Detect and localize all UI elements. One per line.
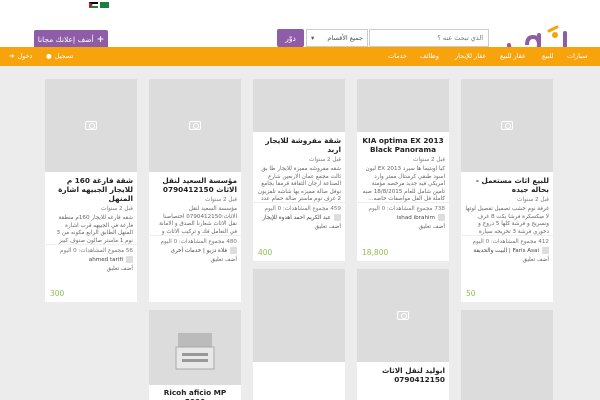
login-link[interactable]: ➜ دخول (9, 52, 32, 60)
listing-description: مؤسسة السعيد لنقل الاثاث:0790412150 اختص… (159, 206, 237, 235)
listing-time: قبل 2 سنوات (309, 157, 341, 163)
add-comment-link[interactable]: أضف تعليق (461, 255, 553, 265)
listing-time: قبل 2 سنوات (413, 157, 445, 163)
listing-time: قبل 2 سنوات (517, 197, 549, 203)
listing-description: غرفة نوم خشب تصميل تفصيل لوتها لا ميكسكر… (465, 206, 549, 235)
listing-time: قبل 2 سنوات (205, 197, 237, 203)
camera-icon (501, 121, 513, 130)
listing-image[interactable] (149, 310, 241, 385)
nav-item-for-sale[interactable]: للبيع (542, 52, 554, 60)
nav-item-jobs[interactable]: وظائف (420, 52, 439, 60)
avatar (334, 214, 341, 221)
listing-user[interactable]: ahmed tarifi (45, 255, 137, 264)
listing-card[interactable]: مؤسسة السعيد لنقل الاثاث 0790412150 قبل … (149, 79, 241, 302)
listing-card[interactable]: Ricoh aficio MP 5000 (149, 310, 241, 400)
listing-description: شقه فارغه للايجار 160م منطقة فارغة في ال… (56, 215, 133, 244)
listing-views: 56 مجموع المشاهدات: 0 اليوم (45, 244, 137, 255)
header: أضف إعلانك مجانا + دوّر ▾ جميع الأقسام (0, 10, 600, 53)
listing-price: 18,800 (362, 248, 389, 257)
user-icon: ● (46, 52, 52, 60)
camera-icon (189, 121, 201, 130)
listing-image[interactable] (149, 79, 241, 172)
main-nav: ➜ دخول ● تسجيل سيارات للبيع عقار للبيع ع… (0, 47, 600, 66)
add-comment-link[interactable]: أضف تعليق (253, 222, 345, 232)
listing-user[interactable]: ishad ibrahim (357, 213, 449, 222)
listing-card[interactable]: شقة فارغة 160 م للايجار الجبيهه اشارة ال… (45, 79, 137, 302)
jordan-flag-icon[interactable] (89, 2, 98, 8)
add-comment-link[interactable]: أضف تعليق (357, 222, 449, 232)
search-input[interactable] (369, 29, 489, 47)
listing-user-name: ishad ibrahim (396, 214, 435, 221)
listing-title[interactable]: KIA optima EX 2013 Black Panorama (357, 132, 449, 156)
post-ad-label: أضف إعلانك مجانا (37, 35, 94, 44)
listing-card[interactable]: شقة مفروشة للايجار اربد قبل 2 سنوات شقه … (253, 79, 345, 261)
nav-item-cars[interactable]: سيارات (567, 52, 587, 60)
listing-time: قبل 2 سنوات (101, 206, 133, 212)
nav-item-property-rent[interactable]: عقار للإيجار (455, 52, 486, 60)
avatar (126, 256, 133, 263)
listing-views: 738 مجموع المشاهدات: 0 اليوم (357, 202, 449, 213)
camera-icon (397, 311, 409, 320)
listing-card[interactable]: ابوليد لنقل الاثاث 0790412150 (357, 269, 449, 400)
listing-card[interactable]: للبيع اثاث مستعمل - بحاله جيده قبل 2 سنو… (461, 79, 553, 302)
listing-user[interactable]: فلاة دزيو | خدمات أخرى (149, 246, 241, 255)
listing-user-name: Faris Asai | البيت والحديقة (473, 247, 539, 254)
listing-title[interactable]: شقة فارغة 160 م للايجار الجبيهه اشارة ال… (45, 172, 137, 205)
listing-price: 400 (258, 248, 273, 257)
listing-card[interactable]: KIA optima EX 2013 Black Panorama قبل 2 … (357, 79, 449, 261)
listing-card[interactable] (461, 310, 553, 400)
listing-image[interactable] (45, 79, 137, 172)
category-select[interactable]: ▾ جميع الأقسام (306, 29, 368, 47)
login-icon: ➜ (9, 52, 15, 60)
listing-user[interactable]: Faris Asai | البيت والحديقة (461, 246, 553, 255)
listing-views: 459 مجموع المشاهدات: 0 اليوم (253, 202, 345, 213)
listing-image[interactable] (253, 79, 345, 132)
listing-user-name: عبد الكريم احمد اهدوة للإيجار (262, 214, 331, 221)
listing-title[interactable]: شقة مفروشة للايجار اربد (253, 132, 345, 156)
register-label: تسجيل (54, 52, 74, 60)
listing-description: شقه مفروشه مميزة للايجار طا بق ثالث مجمع… (257, 166, 341, 202)
listing-title[interactable]: للبيع اثاث مستعمل - بحاله جيده (461, 172, 553, 196)
saudi-flag-icon[interactable] (100, 2, 109, 8)
listing-image[interactable] (357, 269, 449, 362)
listing-description: كيا اوبتيما ها سبرد 2013 EX ليون اسود طب… (362, 166, 446, 202)
avatar (230, 247, 237, 254)
login-label: دخول (17, 52, 33, 60)
listing-views: 480 مجموع المشاهدات: 0 اليوم (149, 235, 241, 246)
listing-image[interactable] (461, 79, 553, 172)
listing-title[interactable]: Ricoh aficio MP 5000 (149, 385, 241, 400)
nav-item-property-sale[interactable]: عقار للبيع (500, 52, 526, 60)
plus-icon: + (96, 34, 105, 45)
printer-icon (175, 332, 215, 369)
nav-item-services[interactable]: خدمات (388, 52, 407, 60)
register-link[interactable]: ● تسجيل (46, 52, 73, 60)
search-button[interactable]: دوّر (277, 29, 304, 47)
listing-views: 412 مجموع المشاهدات: 0 اليوم (461, 235, 553, 246)
add-comment-link[interactable]: أضف تعليق (149, 255, 241, 265)
listing-title[interactable]: مؤسسة السعيد لنقل الاثاث 0790412150 (149, 172, 241, 196)
listing-title[interactable]: ابوليد لنقل الاثاث 0790412150 (357, 362, 449, 386)
top-strip (0, 0, 600, 10)
avatar (438, 214, 445, 221)
category-select-value: جميع الأقسام (327, 34, 363, 42)
listing-price: 50 (466, 289, 476, 298)
listing-image[interactable] (357, 79, 449, 132)
listing-image[interactable] (253, 269, 345, 362)
avatar (542, 247, 549, 254)
listing-user-name: فلاة دزيو | خدمات أخرى (170, 247, 227, 254)
listing-image[interactable] (461, 310, 553, 400)
listing-user-name: ahmed tarifi (88, 256, 123, 263)
add-comment-link[interactable]: أضف تعليق (45, 264, 137, 274)
camera-icon (85, 121, 97, 130)
listing-card[interactable] (253, 269, 345, 400)
listing-user[interactable]: عبد الكريم احمد اهدوة للإيجار (253, 213, 345, 222)
chevron-down-icon: ▾ (311, 34, 315, 42)
listing-price: 300 (50, 289, 65, 298)
